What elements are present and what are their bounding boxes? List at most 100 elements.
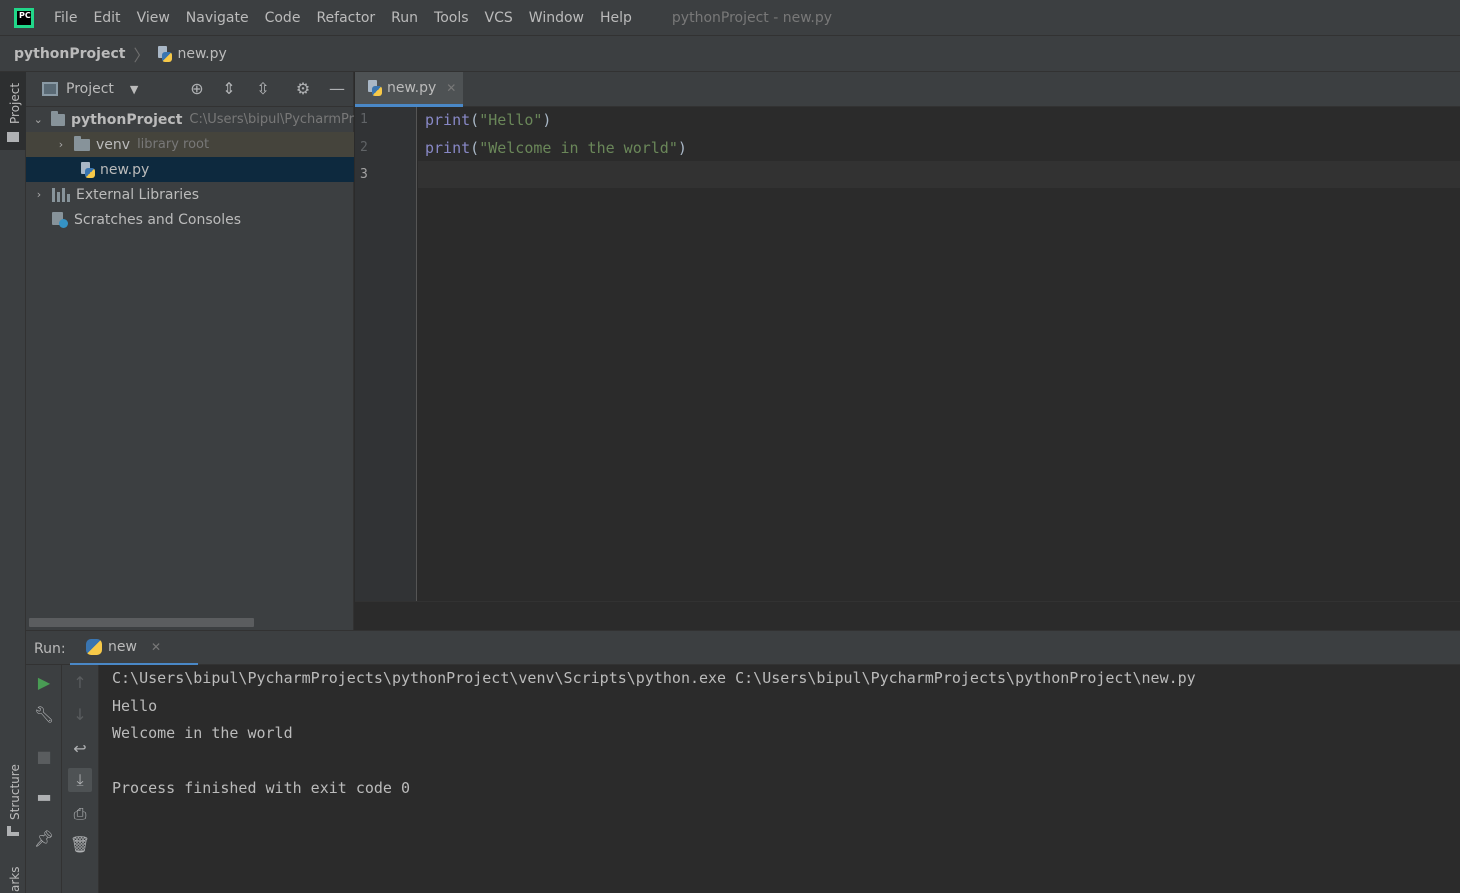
project-panel: Project ▼ ⊕ ⇕ ⇳ ⚙ — ⌄ pythonProject C:\U…: [26, 72, 354, 630]
run-console[interactable]: C:\Users\bipul\PycharmProjects\pythonPro…: [99, 665, 1460, 893]
structure-tool-button[interactable]: Structure: [0, 760, 26, 842]
structure-tool-label: Structure: [8, 764, 22, 820]
menu-window[interactable]: Window: [529, 10, 584, 26]
window-title: pythonProject - new.py: [671, 9, 833, 26]
breadcrumb-project[interactable]: pythonProject: [14, 46, 125, 62]
trash-icon[interactable]: 🗑︎: [68, 833, 92, 857]
code-keyword: print: [425, 139, 471, 157]
menu-edit[interactable]: Edit: [93, 10, 120, 26]
breadcrumb-file[interactable]: new.py: [157, 45, 227, 62]
menu-view[interactable]: View: [137, 10, 170, 26]
code-line: print("Welcome in the world"): [425, 139, 687, 157]
print-icon[interactable]: ⎙: [68, 802, 92, 826]
structure-icon: [7, 826, 19, 836]
minimize-icon[interactable]: —: [328, 80, 346, 98]
code-string: "Hello": [479, 111, 543, 129]
tree-venv-hint: library root: [137, 137, 210, 152]
close-icon[interactable]: ✕: [446, 81, 456, 95]
code-paren: (: [470, 139, 480, 157]
chevron-right-icon: 〉: [133, 45, 150, 65]
arrow-down-icon[interactable]: ↓: [68, 703, 92, 727]
code-keyword: print: [425, 111, 471, 129]
menu-file[interactable]: File: [54, 10, 77, 26]
code-string: "Welcome in the world": [479, 139, 678, 157]
tree-root-name: pythonProject: [70, 111, 183, 128]
console-exit-line: Process finished with exit code 0: [112, 779, 411, 797]
run-toolbar-primary: ▶ 🔧︎ ■ ▬ 📌︎: [26, 665, 62, 893]
python-file-icon: [80, 161, 96, 178]
tree-external-label: External Libraries: [76, 186, 199, 203]
chevron-right-icon[interactable]: ›: [32, 188, 46, 201]
menu-run[interactable]: Run: [391, 10, 418, 26]
tab-new-py[interactable]: new.py ✕: [355, 72, 463, 107]
python-icon: [86, 639, 102, 655]
library-icon: [52, 187, 70, 202]
layout-icon[interactable]: ▬: [32, 785, 56, 809]
line-number: 1: [360, 112, 368, 127]
tree-venv-name: venv: [96, 136, 131, 153]
chevron-right-icon[interactable]: ›: [54, 138, 68, 151]
code-paren: (: [470, 111, 480, 129]
menu-vcs[interactable]: VCS: [485, 10, 513, 26]
tree-item-project-root[interactable]: ⌄ pythonProject C:\Users\bipul\PycharmPr: [26, 107, 354, 132]
breadcrumb-file-label: new.py: [177, 45, 227, 62]
rerun-icon[interactable]: ▶: [32, 671, 56, 695]
run-toolbar-secondary: ↑ ↓ ↩ ⤓ ⎙ 🗑︎: [62, 665, 99, 893]
expand-all-icon[interactable]: ⇕: [220, 80, 238, 98]
project-tool-button[interactable]: Project: [0, 72, 26, 150]
menu-help[interactable]: Help: [600, 10, 632, 26]
line-number: 3: [360, 167, 368, 182]
chevron-down-icon[interactable]: ▼: [130, 83, 138, 96]
bookmarks-tool-button[interactable]: arks: [0, 862, 26, 893]
line-number-gutter: 1 2 3: [355, 107, 417, 601]
project-panel-title[interactable]: Project: [66, 81, 114, 97]
menu-tools[interactable]: Tools: [434, 10, 469, 26]
code-paren: ): [677, 139, 687, 157]
locate-icon[interactable]: ⊕: [188, 80, 206, 98]
project-panel-header: Project ▼ ⊕ ⇕ ⇳ ⚙ —: [26, 72, 353, 107]
arrow-up-icon[interactable]: ↑: [68, 671, 92, 695]
splitter[interactable]: [355, 601, 1460, 630]
wrench-icon[interactable]: 🔧︎: [32, 703, 56, 727]
scroll-to-end-icon[interactable]: ⤓: [68, 768, 92, 792]
pin-icon[interactable]: 📌︎: [32, 827, 56, 851]
line-number: 2: [360, 140, 368, 155]
tree-item-scratches[interactable]: Scratches and Consoles: [26, 207, 354, 232]
project-tool-label: Project: [8, 82, 22, 124]
run-panel-header: Run: new ✕: [26, 630, 1460, 666]
stop-icon[interactable]: ■: [32, 745, 56, 769]
tab-label: new.py: [387, 80, 437, 96]
folder-icon: [50, 110, 65, 126]
tree-item-new-py[interactable]: new.py: [26, 157, 354, 182]
code-paren: ): [542, 111, 552, 129]
code-editor[interactable]: print("Hello") print("Welcome in the wor…: [418, 107, 1460, 601]
horizontal-scrollbar[interactable]: [29, 618, 254, 627]
gear-icon[interactable]: ⚙: [294, 80, 312, 98]
pycharm-logo-icon: PC: [14, 7, 34, 28]
project-view-icon: [42, 82, 58, 96]
python-file-icon: [367, 80, 383, 96]
console-command-line: C:\Users\bipul\PycharmProjects\pythonPro…: [112, 669, 1196, 687]
menu-refactor[interactable]: Refactor: [316, 10, 375, 26]
tree-root-path: C:\Users\bipul\PycharmPr: [189, 112, 354, 127]
tree-item-external-libraries[interactable]: › External Libraries: [26, 182, 354, 207]
logo-text: PC: [19, 10, 31, 20]
chevron-down-icon[interactable]: ⌄: [32, 113, 45, 126]
run-tab-label: new: [108, 639, 137, 655]
tree-item-venv[interactable]: › venv library root: [26, 132, 354, 157]
console-output-line: Hello: [112, 697, 158, 715]
menu-bar: PC File Edit View Navigate Code Refactor…: [0, 0, 1460, 36]
folder-icon: [74, 135, 90, 151]
editor-tab-bar: new.py ✕: [355, 72, 1460, 107]
folder-icon: [7, 132, 19, 142]
breadcrumb: pythonProject 〉 new.py: [0, 36, 1460, 72]
menu-navigate[interactable]: Navigate: [186, 10, 249, 26]
close-icon[interactable]: ✕: [151, 640, 161, 654]
menu-code[interactable]: Code: [265, 10, 301, 26]
soft-wrap-icon[interactable]: ↩: [68, 737, 92, 761]
console-output-line: Welcome in the world: [112, 724, 293, 742]
collapse-all-icon[interactable]: ⇳: [254, 80, 272, 98]
scratches-icon: [52, 211, 68, 228]
tree-file-name: new.py: [100, 161, 150, 178]
run-tab-new[interactable]: new ✕: [70, 631, 198, 666]
